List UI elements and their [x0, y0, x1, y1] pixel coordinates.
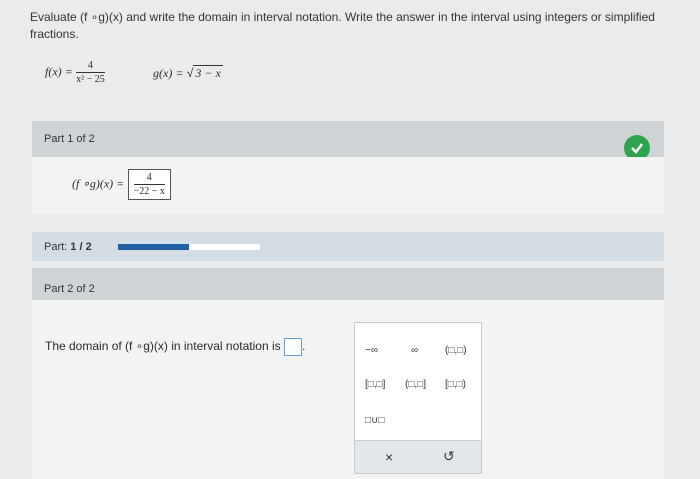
progress-value: 1 / 2: [70, 241, 92, 253]
part2-panel: [32, 300, 664, 479]
domain-question-text: The domain of (f ∘g)(x) in interval nota…: [45, 339, 281, 354]
g-radicand: 3 − x: [193, 65, 223, 80]
answer-numerator: 4: [133, 172, 165, 185]
part1-panel: (f ∘g)(x) = 4 −22 − x: [32, 157, 664, 214]
part1-header: Part 1 of 2: [32, 121, 664, 161]
progress-bar-row: Part: 1 / 2: [32, 232, 664, 261]
f-numerator: 4: [76, 60, 105, 73]
open-closed-interval-button[interactable]: (□,□]: [405, 379, 426, 390]
f-label: f(x) =: [45, 64, 73, 79]
palette-footer: × ↺: [355, 440, 481, 473]
answer-denominator: −22 − x: [133, 186, 165, 197]
infinity-button[interactable]: ∞: [411, 345, 418, 356]
open-open-interval-button[interactable]: (□,□): [445, 345, 467, 356]
neg-infinity-button[interactable]: −∞: [365, 345, 378, 356]
undo-icon[interactable]: ↺: [443, 448, 455, 465]
f-denominator: x² − 25: [76, 74, 105, 85]
part2-title: Part 2 of 2: [44, 283, 95, 295]
function-f: f(x) = 4 x² − 25: [45, 60, 105, 85]
f-fraction: 4 x² − 25: [76, 60, 105, 85]
instructions-text: Evaluate (f ∘g)(x) and write the domain …: [30, 10, 655, 41]
closed-open-interval-button[interactable]: [□,□): [445, 379, 466, 390]
submitted-answer-box: 4 −22 − x: [127, 169, 171, 200]
domain-answer-input[interactable]: [283, 338, 302, 356]
math-palette: −∞ ∞ (□,□) [□,□] (□,□] [□,□) □∪□ × ↺: [354, 322, 482, 474]
part1-title: Part 1 of 2: [44, 133, 95, 145]
part2-question: The domain of (f ∘g)(x) in interval nota…: [45, 338, 305, 356]
g-label: g(x) =: [153, 66, 184, 80]
part1-answer: (f ∘g)(x) = 4 −22 − x: [72, 169, 171, 200]
union-button[interactable]: □∪□: [365, 415, 384, 426]
progress-fill: [118, 244, 189, 250]
progress-track: [118, 244, 260, 250]
function-g: g(x) = √ 3 − x: [153, 65, 223, 81]
progress-label: Part: 1 / 2: [44, 241, 92, 253]
clear-icon[interactable]: ×: [385, 449, 393, 465]
composition-label: (f ∘g)(x) =: [72, 176, 125, 191]
part2-header: Part 2 of 2: [32, 268, 664, 300]
closed-closed-interval-button[interactable]: [□,□]: [365, 379, 385, 390]
